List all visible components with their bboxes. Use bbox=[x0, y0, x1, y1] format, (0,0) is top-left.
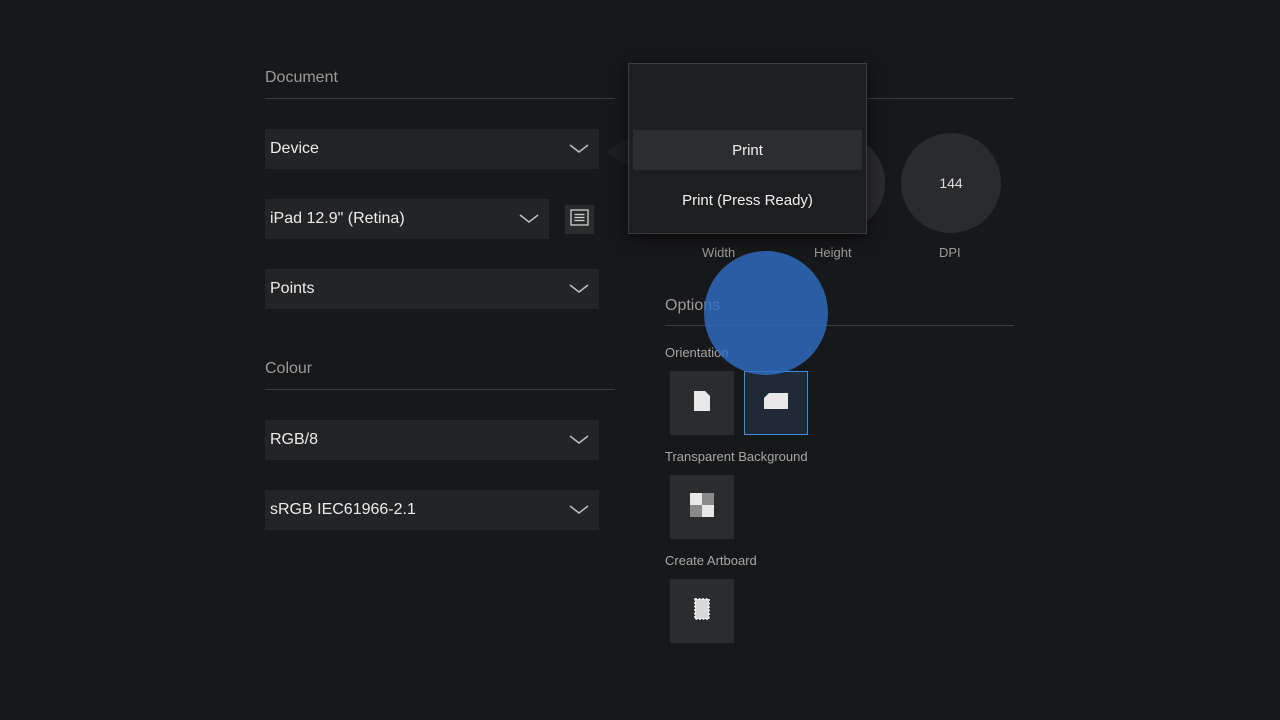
chevron-down-icon bbox=[569, 432, 589, 446]
landscape-orientation-button[interactable] bbox=[744, 371, 808, 435]
options-section-divider bbox=[665, 325, 1014, 326]
document-type-popover: Print Print (Press Ready) bbox=[628, 63, 867, 234]
document-type-value: Device bbox=[270, 140, 319, 157]
popover-item-device[interactable] bbox=[633, 90, 862, 130]
landscape-page-icon bbox=[763, 392, 789, 415]
options-section-title: Options bbox=[665, 297, 721, 314]
popover-item-print[interactable]: Print bbox=[633, 130, 862, 170]
create-artboard-label: Create Artboard bbox=[665, 553, 757, 568]
device-preset-dropdown[interactable]: iPad 12.9" (Retina) bbox=[265, 199, 549, 239]
document-section-divider-right bbox=[865, 98, 1014, 99]
chevron-down-icon bbox=[569, 281, 589, 295]
units-value: Points bbox=[270, 280, 315, 297]
transparent-background-label: Transparent Background bbox=[665, 449, 808, 464]
popover-arrow bbox=[604, 138, 628, 166]
chevron-down-icon bbox=[519, 211, 539, 225]
list-icon bbox=[570, 208, 589, 231]
portrait-orientation-button[interactable] bbox=[670, 371, 734, 435]
document-section-title: Document bbox=[265, 69, 338, 86]
chevron-down-icon bbox=[569, 141, 589, 155]
dpi-value: 144 bbox=[939, 175, 963, 191]
preset-list-button[interactable] bbox=[565, 205, 594, 234]
width-label: Width bbox=[702, 245, 736, 260]
units-dropdown[interactable]: Points bbox=[265, 269, 599, 309]
colour-format-value: RGB/8 bbox=[270, 431, 319, 448]
height-label: Height bbox=[814, 245, 852, 260]
checkerboard-icon bbox=[690, 492, 714, 522]
document-setup-screen: Document Device iPad 12.9" (Retina) Poin… bbox=[0, 0, 1280, 720]
popover-item-print-press-ready[interactable]: Print (Press Ready) bbox=[633, 180, 862, 220]
artboard-icon bbox=[693, 597, 711, 626]
document-section-divider bbox=[265, 98, 615, 99]
transparent-background-toggle[interactable] bbox=[670, 475, 734, 539]
chevron-down-icon bbox=[569, 502, 589, 516]
orientation-label: Orientation bbox=[665, 345, 729, 360]
colour-section-title: Colour bbox=[265, 360, 313, 377]
document-type-dropdown[interactable]: Device bbox=[265, 129, 599, 169]
colour-format-dropdown[interactable]: RGB/8 bbox=[265, 420, 599, 460]
dpi-input[interactable]: 144 bbox=[901, 133, 1001, 233]
colour-profile-dropdown[interactable]: sRGB IEC61966-2.1 bbox=[265, 490, 599, 530]
portrait-page-icon bbox=[693, 390, 711, 417]
dpi-label: DPI bbox=[939, 245, 961, 260]
colour-profile-value: sRGB IEC61966-2.1 bbox=[270, 501, 416, 518]
device-preset-value: iPad 12.9" (Retina) bbox=[270, 210, 405, 227]
create-artboard-toggle[interactable] bbox=[670, 579, 734, 643]
colour-section-divider bbox=[265, 389, 615, 390]
